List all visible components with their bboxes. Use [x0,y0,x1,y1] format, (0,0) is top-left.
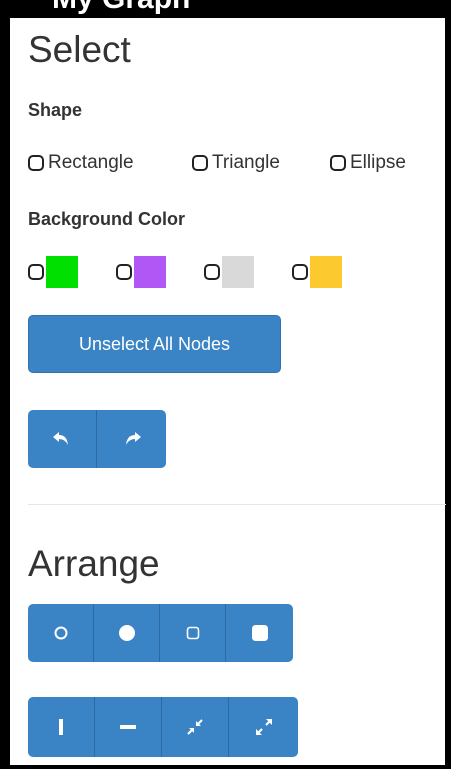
rectangle-checkbox[interactable] [28,155,44,171]
square-outline-layout-button[interactable] [160,604,226,662]
expand-icon [255,718,273,736]
vertical-bar-icon [58,719,64,735]
rectangle-label: Rectangle [48,152,134,173]
shape-label: Shape [28,100,83,120]
color-option-green[interactable] [28,256,78,288]
shape-option-rectangle[interactable]: Rectangle [28,148,134,178]
unselect-all-nodes-button[interactable]: Unselect All Nodes [28,315,281,373]
window-top-edge: My Graph [0,0,451,18]
arrange-section-title: Arrange [28,543,160,584]
horizontal-layout-button[interactable] [95,697,162,757]
undo-icon [52,431,72,447]
green-checkbox[interactable] [28,264,44,280]
expand-layout-button[interactable] [229,697,298,757]
gray-checkbox[interactable] [204,264,220,280]
redo-icon [122,431,142,447]
section-divider [28,504,446,505]
yellow-checkbox[interactable] [292,264,308,280]
green-swatch [46,256,78,288]
history-button-group [28,410,166,468]
circle-outline-layout-button[interactable] [28,604,94,662]
compress-icon [186,718,204,736]
square-filled-layout-button[interactable] [226,604,293,662]
circle-filled-layout-button[interactable] [94,604,160,662]
triangle-label: Triangle [212,152,280,173]
triangle-checkbox[interactable] [192,155,208,171]
purple-swatch [134,256,166,288]
ellipse-checkbox[interactable] [330,155,346,171]
color-option-yellow[interactable] [292,256,342,288]
square-filled-icon [251,624,269,642]
undo-button[interactable] [28,410,97,468]
layout-shape-button-group [28,604,293,662]
horizontal-bar-icon [120,724,136,730]
window-bottom-edge [0,765,451,769]
square-outline-icon [186,626,200,640]
background-color-label: Background Color [28,209,186,229]
purple-checkbox[interactable] [116,264,132,280]
select-section-title: Select [28,29,131,70]
ellipse-label: Ellipse [350,152,406,173]
circle-outline-icon [54,626,68,640]
redo-button[interactable] [97,410,166,468]
window-right-edge [445,0,451,769]
layout-direction-button-group [28,697,298,757]
compress-layout-button[interactable] [162,697,229,757]
shape-option-ellipse[interactable]: Ellipse [330,148,406,178]
window-left-edge [0,0,10,769]
partial-header-text: My Graph [52,0,190,14]
vertical-layout-button[interactable] [28,697,95,757]
gray-swatch [222,256,254,288]
color-option-purple[interactable] [116,256,166,288]
color-option-gray[interactable] [204,256,254,288]
circle-filled-icon [118,624,136,642]
shape-option-triangle[interactable]: Triangle [192,148,280,178]
yellow-swatch [310,256,342,288]
